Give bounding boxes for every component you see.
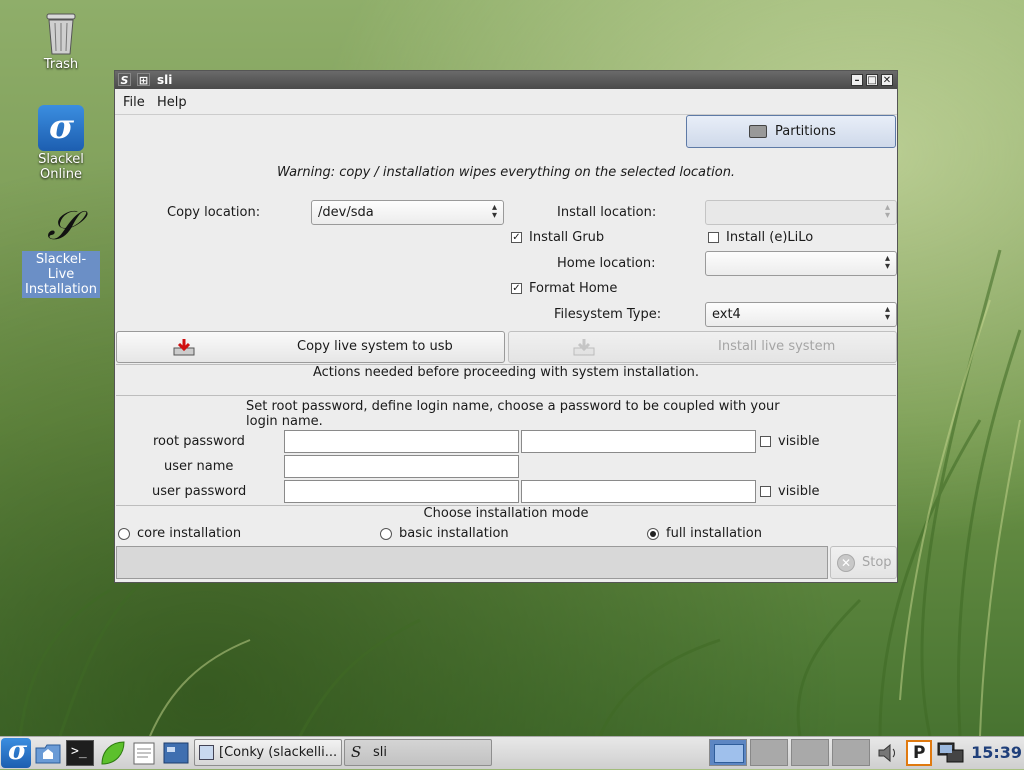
disk-icon: [749, 125, 767, 138]
filesystem-type-label: Filesystem Type:: [554, 307, 662, 322]
full-installation-label[interactable]: full installation: [666, 526, 762, 541]
root-password-visible-checkbox[interactable]: [760, 436, 771, 447]
core-installation-label[interactable]: core installation: [137, 526, 241, 541]
close-icon[interactable]: ✕: [881, 74, 893, 86]
format-home-checkbox[interactable]: ✓: [511, 283, 522, 294]
root-password-confirm-input[interactable]: [521, 430, 756, 453]
window-title: sli: [157, 73, 173, 87]
task-sli-label: sli: [373, 745, 387, 760]
workspace-1[interactable]: [709, 739, 747, 766]
window-icon: [199, 745, 214, 760]
trash-icon: [44, 10, 78, 56]
show-desktop-icon[interactable]: [162, 740, 190, 766]
copy-live-system-label: Copy live system to usb: [297, 339, 453, 354]
sli-icon: 𝒮: [47, 203, 78, 249]
spin-arrows-icon: ▴ ▾: [884, 253, 890, 272]
filesystem-type-value: ext4: [712, 307, 741, 322]
password-instructions-line-2: login name.: [246, 414, 323, 429]
window-titlebar[interactable]: S ⊞ sli – □ ✕: [115, 71, 897, 89]
terminal-icon[interactable]: >_: [66, 740, 94, 766]
window-menu-icon[interactable]: ⊞: [137, 73, 150, 87]
menu-file[interactable]: File: [123, 95, 145, 110]
desktop-icon-label: Slackel Online: [38, 152, 84, 182]
workspace-4[interactable]: [832, 739, 870, 766]
task-conky[interactable]: [Conky (slackelli...: [194, 739, 342, 766]
volume-icon[interactable]: [876, 740, 904, 766]
desktop-icon-label: Slackel-Live Installation: [22, 251, 100, 298]
workspace-2[interactable]: [750, 739, 788, 766]
install-icon: [573, 338, 595, 356]
partitions-button[interactable]: Partitions: [686, 115, 896, 148]
install-live-system-label: Install live system: [718, 339, 836, 354]
sli-window: S ⊞ sli – □ ✕ File Help Partitions Warni…: [114, 70, 898, 583]
task-conky-label: [Conky (slackelli...: [219, 745, 338, 760]
partitions-label: Partitions: [775, 124, 836, 139]
filesystem-type-select[interactable]: ext4 ▴ ▾: [705, 302, 897, 327]
copy-live-system-button[interactable]: Copy live system to usb: [116, 331, 505, 363]
desktop-icon-trash[interactable]: Trash: [16, 10, 106, 73]
root-password-input[interactable]: [284, 430, 519, 453]
taskbar: σ >_ [Conky (slackelli... S sli P 15:39: [0, 736, 1024, 769]
install-grub-checkbox[interactable]: ✓: [511, 232, 522, 243]
installation-mode-title: Choose installation mode: [423, 506, 589, 521]
desktop-icon-slackel-online[interactable]: σ Slackel Online: [16, 105, 106, 183]
maximize-icon[interactable]: □: [866, 74, 878, 86]
copy-location-value: /dev/sda: [318, 205, 374, 220]
package-manager-icon[interactable]: P: [906, 740, 932, 766]
format-home-label[interactable]: Format Home: [529, 281, 617, 296]
download-icon: [173, 338, 195, 356]
stop-label: Stop: [862, 555, 892, 570]
core-installation-radio[interactable]: [118, 528, 130, 540]
user-password-visible-label[interactable]: visible: [778, 484, 820, 499]
basic-installation-radio[interactable]: [380, 528, 392, 540]
workspace-3[interactable]: [791, 739, 829, 766]
desktop-icon-slackel-live-installation[interactable]: 𝒮 Slackel-Live Installation: [16, 203, 106, 298]
text-editor-icon[interactable]: [130, 740, 158, 766]
spin-arrows-icon: ▴ ▾: [884, 202, 890, 221]
actions-needed-text: Actions needed before proceeding with sy…: [312, 365, 700, 380]
clock[interactable]: 15:39: [971, 743, 1022, 762]
home-location-select[interactable]: ▴ ▾: [705, 251, 897, 276]
full-installation-radio[interactable]: [647, 528, 659, 540]
home-location-label: Home location:: [557, 256, 656, 271]
desktop-icon-label: Trash: [43, 57, 79, 72]
copy-location-label: Copy location:: [167, 205, 261, 220]
user-password-confirm-input[interactable]: [521, 480, 756, 503]
stop-button[interactable]: ✕ Stop: [830, 546, 897, 579]
user-password-input[interactable]: [284, 480, 519, 503]
network-icon[interactable]: [936, 740, 964, 766]
stop-icon: ✕: [837, 554, 855, 572]
start-menu-icon[interactable]: σ: [1, 736, 31, 768]
user-name-input[interactable]: [284, 455, 519, 478]
spin-arrows-icon: ▴ ▾: [884, 304, 890, 323]
warning-text: Warning: copy / installation wipes every…: [276, 165, 736, 180]
progress-bar: [116, 546, 828, 579]
window-app-icon[interactable]: S: [118, 73, 131, 87]
menu-bar: File Help: [115, 89, 897, 115]
install-location-select[interactable]: ▴ ▾: [705, 200, 897, 225]
task-sli[interactable]: S sli: [344, 739, 492, 766]
user-password-label: user password: [152, 484, 247, 499]
install-location-label: Install location:: [557, 205, 657, 220]
home-folder-icon[interactable]: [34, 740, 62, 766]
spin-arrows-icon: ▴ ▾: [491, 202, 497, 221]
copy-location-select[interactable]: /dev/sda ▴ ▾: [311, 200, 504, 225]
slackel-logo-icon: σ: [38, 105, 84, 151]
install-live-system-button[interactable]: Install live system: [508, 331, 897, 363]
basic-installation-label[interactable]: basic installation: [399, 526, 509, 541]
leaf-browser-icon[interactable]: [98, 740, 126, 766]
root-password-label: root password: [153, 434, 245, 449]
install-grub-label[interactable]: Install Grub: [529, 230, 604, 245]
divider: [116, 395, 896, 396]
user-name-label: user name: [164, 459, 234, 474]
menu-help[interactable]: Help: [157, 95, 187, 110]
user-password-visible-checkbox[interactable]: [760, 486, 771, 497]
install-elilo-checkbox[interactable]: [708, 232, 719, 243]
password-instructions-line-1: Set root password, define login name, ch…: [246, 399, 780, 414]
sli-task-icon: S: [351, 743, 362, 761]
root-password-visible-label[interactable]: visible: [778, 434, 820, 449]
minimize-icon[interactable]: –: [851, 74, 863, 86]
install-elilo-label[interactable]: Install (e)LiLo: [726, 230, 813, 245]
